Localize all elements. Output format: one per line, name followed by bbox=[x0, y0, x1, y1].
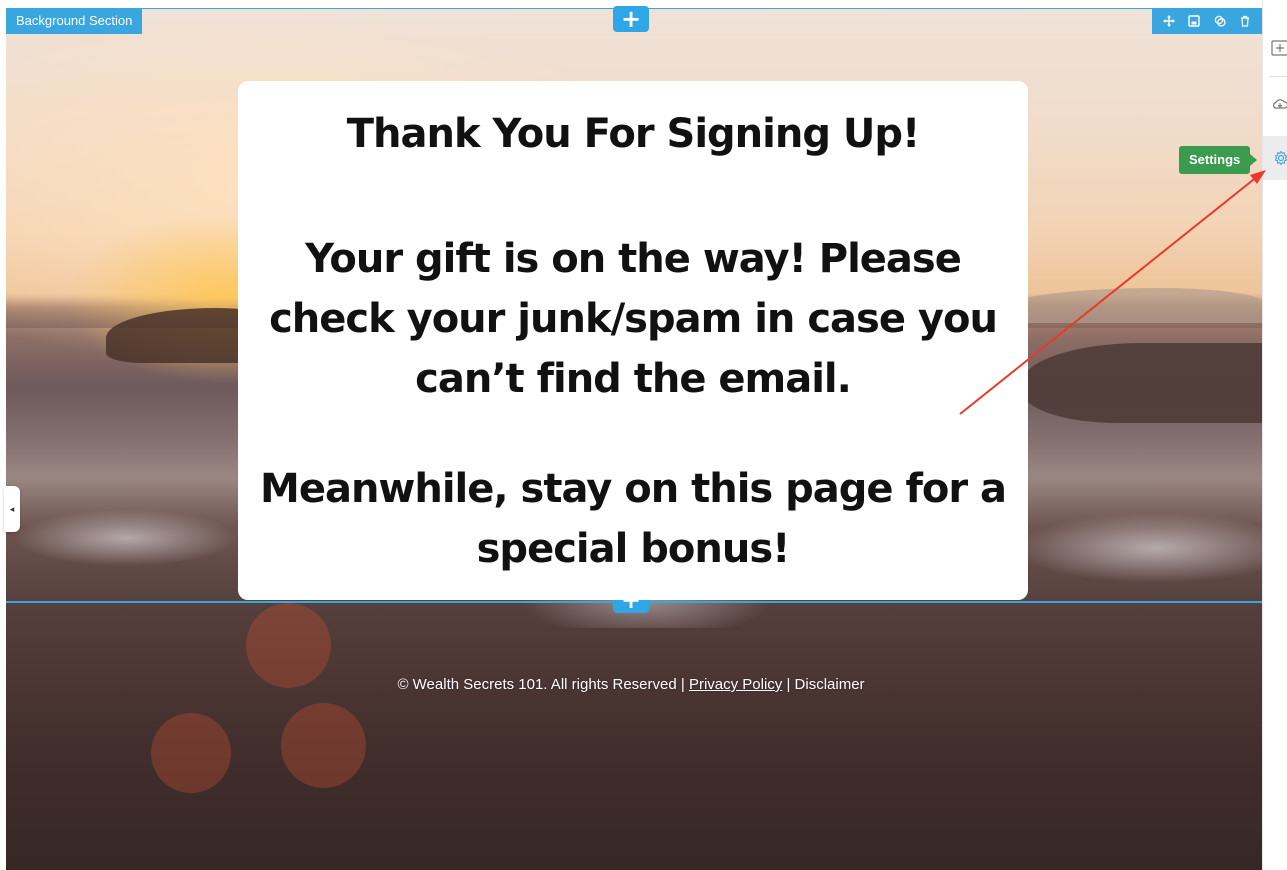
add-element-button[interactable] bbox=[1263, 26, 1287, 70]
settings-button[interactable] bbox=[1263, 136, 1287, 180]
bokeh-light bbox=[151, 713, 231, 793]
sidebar-divider bbox=[1269, 76, 1287, 77]
bokeh-light bbox=[281, 703, 366, 788]
disclaimer-link[interactable]: Disclaimer bbox=[795, 676, 865, 693]
add-element-icon bbox=[1271, 40, 1287, 56]
duplicate-icon[interactable] bbox=[1210, 11, 1230, 31]
right-sidebar bbox=[1262, 0, 1287, 870]
thank-you-card[interactable]: Thank You For Signing Up! Your gift is o… bbox=[238, 81, 1028, 600]
cloud-button[interactable] bbox=[1263, 82, 1287, 126]
wave-rock bbox=[1022, 343, 1262, 423]
bonus-message: Meanwhile, stay on this page for a speci… bbox=[260, 466, 1007, 572]
privacy-policy-link[interactable]: Privacy Policy bbox=[689, 676, 782, 693]
section-label[interactable]: Background Section bbox=[6, 8, 143, 34]
gear-icon bbox=[1274, 150, 1287, 166]
distant-hill bbox=[1002, 288, 1262, 323]
footer-separator: | bbox=[676, 676, 689, 693]
gift-message: Your gift is on the way! Please check yo… bbox=[269, 236, 998, 402]
delete-icon[interactable] bbox=[1235, 11, 1255, 31]
page-title: Thank You For Signing Up! bbox=[346, 111, 921, 157]
save-icon[interactable] bbox=[1184, 11, 1204, 31]
cloud-icon bbox=[1272, 99, 1287, 109]
move-icon[interactable] bbox=[1159, 11, 1179, 31]
section-toolbar bbox=[1152, 8, 1262, 34]
add-section-above-button[interactable]: + bbox=[613, 6, 649, 32]
settings-tooltip: Settings bbox=[1179, 146, 1258, 174]
footer-separator: | bbox=[782, 676, 795, 693]
footer: © Wealth Secrets 101. All rights Reserve… bbox=[0, 676, 1262, 693]
footer-copyright: © Wealth Secrets 101. All rights Reserve… bbox=[397, 676, 677, 693]
collapse-panel-handle[interactable]: ◂ bbox=[4, 486, 20, 532]
